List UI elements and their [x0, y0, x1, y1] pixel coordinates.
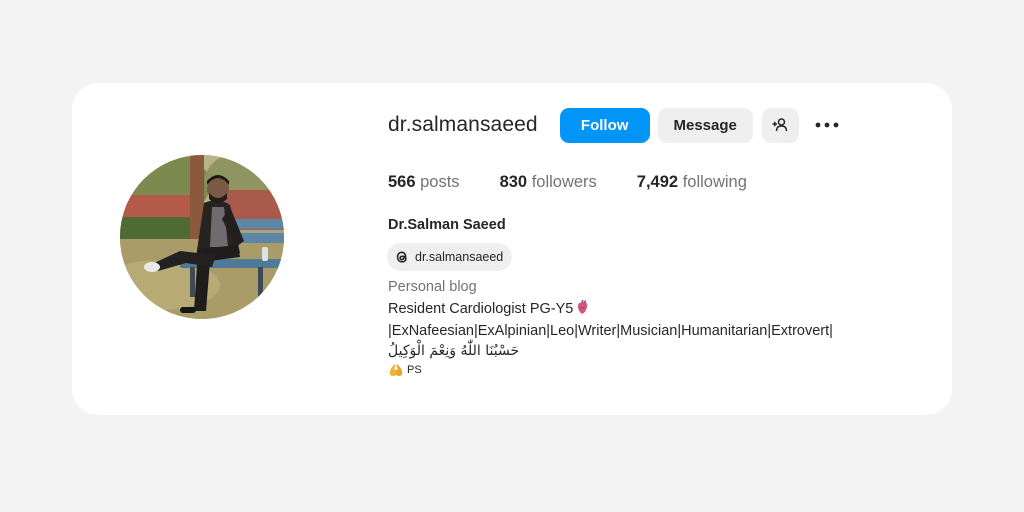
follow-button[interactable]: Follow: [559, 107, 650, 143]
avatar-photo: [120, 155, 284, 319]
threads-icon: [394, 249, 410, 265]
following-count: 7,492: [636, 173, 679, 191]
posts-count: 566: [388, 173, 416, 191]
posts-label: posts: [420, 173, 460, 191]
bio-line-3: حَسْبُنَا اللّٰهُ وَنِعْمَ الْوَكِيلُ: [388, 341, 833, 361]
posts-stat: 566 posts: [388, 173, 460, 192]
bio-line-4: PS: [388, 361, 833, 379]
suggested-accounts-button[interactable]: [761, 107, 799, 143]
message-button[interactable]: Message: [657, 107, 753, 143]
bio-line-2: |ExNafeesian|ExAlpinian|Leo|Writer|Music…: [388, 323, 833, 339]
bio-ps-text: PS: [407, 364, 422, 376]
profile-username: dr.salmansaeed: [388, 113, 538, 136]
followers-count: 830: [499, 173, 528, 191]
anatomical-heart-icon: [575, 299, 590, 321]
followers-label: followers: [531, 173, 597, 191]
bio-line-1-text: Resident Cardiologist PG-Y5: [388, 301, 574, 317]
profile-header-row: dr.salmansaeed Follow Message: [388, 107, 841, 143]
profile-bio: Resident Cardiologist PG-Y5 |ExNafeesian…: [388, 299, 833, 379]
profile-category: Personal blog: [388, 279, 477, 295]
more-options-button[interactable]: [813, 111, 841, 139]
following-stat[interactable]: 7,492 following: [637, 173, 747, 192]
profile-card: dr.salmansaeed Follow Message 566 posts …: [72, 83, 952, 415]
person-add-icon: [772, 118, 788, 132]
bio-line-1: Resident Cardiologist PG-Y5: [388, 299, 833, 321]
profile-full-name: Dr.Salman Saeed: [388, 217, 506, 233]
threads-handle: dr.salmansaeed: [415, 250, 504, 264]
profile-stats: 566 posts 830 followers 7,492 following: [388, 173, 787, 192]
bio-arabic-text: حَسْبُنَا اللّٰهُ وَنِعْمَ الْوَكِيلُ: [388, 343, 520, 359]
threads-link[interactable]: dr.salmansaeed: [387, 243, 513, 271]
more-dots-icon: [815, 122, 839, 128]
followers-stat[interactable]: 830 followers: [500, 173, 597, 192]
following-label: following: [682, 173, 747, 191]
folded-hands-icon: [388, 363, 404, 377]
profile-avatar[interactable]: [120, 155, 284, 319]
